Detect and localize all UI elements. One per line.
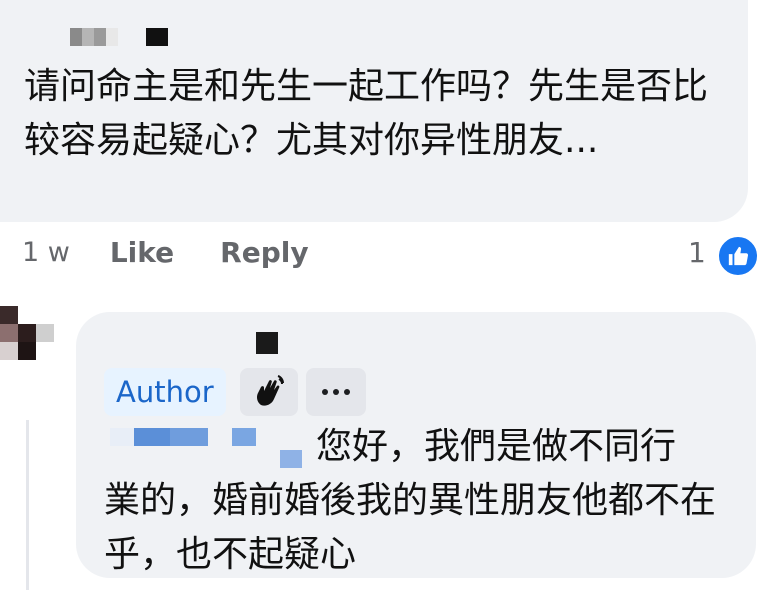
dot bbox=[344, 389, 350, 395]
like-link[interactable]: Like bbox=[110, 236, 174, 269]
comment-text: 请问命主是和先生一起工作吗？先生是否比较容易起疑心？尤其对你异性朋友... bbox=[24, 66, 709, 161]
comment-thread: 请问命主是和先生一起工作吗？先生是否比较容易起疑心？尤其对你异性朋友... 1 … bbox=[0, 0, 768, 590]
mention-redacted[interactable] bbox=[110, 428, 310, 474]
reply-text-line1: 您好，我們是做不同行 bbox=[316, 426, 677, 467]
dot bbox=[322, 389, 328, 395]
reply-text: 業的，婚前婚後我的異性朋友他都不在乎，也不起疑心 bbox=[104, 480, 717, 575]
author-badge: Author bbox=[104, 368, 226, 416]
commenter-name-redacted bbox=[70, 28, 168, 46]
reaction-count[interactable]: 1 bbox=[688, 236, 706, 269]
dot bbox=[333, 389, 339, 395]
thumbs-up-icon[interactable] bbox=[716, 234, 760, 278]
reply-link[interactable]: Reply bbox=[220, 236, 308, 269]
comment-timestamp[interactable]: 1 w bbox=[22, 237, 70, 268]
reply-author-name-redacted bbox=[256, 332, 278, 358]
more-dots-icon[interactable] bbox=[306, 368, 366, 416]
avatar-redacted[interactable] bbox=[0, 306, 70, 376]
comment-actions: 1 w Like Reply bbox=[22, 236, 355, 269]
wave-hand-icon[interactable] bbox=[240, 368, 298, 416]
thread-line bbox=[26, 420, 29, 590]
